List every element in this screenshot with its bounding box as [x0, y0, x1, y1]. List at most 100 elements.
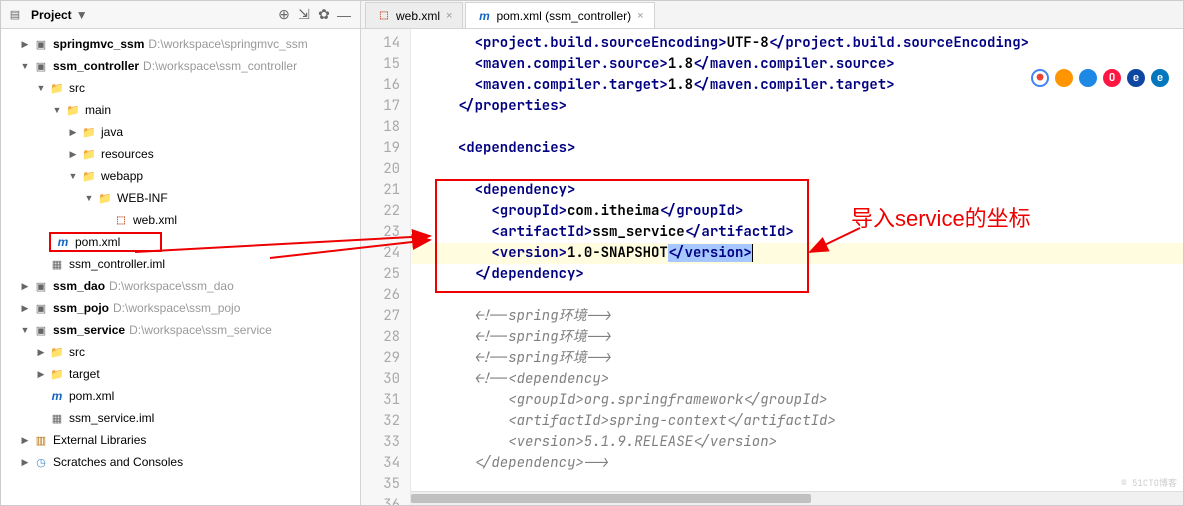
tree-row[interactable]: ▼📁src: [1, 77, 360, 99]
chevron-down-icon[interactable]: ▼: [19, 61, 31, 71]
tree-row[interactable]: ▶mpom.xml: [1, 231, 360, 253]
tree-row[interactable]: ▶📁target: [1, 363, 360, 385]
sidebar-title[interactable]: Project: [31, 8, 72, 22]
tree-label: src: [69, 345, 85, 359]
code-line[interactable]: [441, 159, 1183, 180]
tree-row[interactable]: ▶▦ssm_service.iml: [1, 407, 360, 429]
tree-label: ssm_pojo: [53, 301, 109, 315]
tree-row[interactable]: ▶▣springmvc_ssmD:\workspace\springmvc_ss…: [1, 33, 360, 55]
code-line[interactable]: <dependency>: [441, 180, 1183, 201]
tree-row[interactable]: ▶📁java: [1, 121, 360, 143]
chevron-right-icon[interactable]: ▶: [19, 281, 31, 292]
tree-path: D:\workspace\springmvc_ssm: [148, 37, 307, 51]
project-icon: ▤: [7, 7, 23, 23]
expand-icon[interactable]: ⇲: [294, 5, 314, 25]
code-line[interactable]: <groupId>org.springframework</groupId>: [441, 390, 1183, 411]
code-area[interactable]: 1415161718192021222324252627282930313233…: [361, 29, 1183, 505]
line-number: 17: [361, 96, 410, 117]
chevron-down-icon[interactable]: ▼: [35, 83, 47, 93]
chevron-right-icon[interactable]: ▶: [19, 457, 31, 468]
scrollbar-thumb[interactable]: [411, 494, 811, 503]
browser-icon[interactable]: O: [1103, 69, 1121, 87]
file-m-icon: m: [476, 8, 492, 24]
chevron-right-icon[interactable]: ▶: [19, 303, 31, 314]
tree-row[interactable]: ▶mpom.xml: [1, 385, 360, 407]
chevron-down-icon[interactable]: ▼: [51, 105, 63, 115]
tree-row[interactable]: ▼▣ssm_controllerD:\workspace\ssm_control…: [1, 55, 360, 77]
locate-icon[interactable]: ⊕: [274, 5, 294, 25]
tree-row[interactable]: ▶▣ssm_daoD:\workspace\ssm_dao: [1, 275, 360, 297]
dropdown-icon[interactable]: ▼: [76, 8, 88, 22]
chevron-down-icon[interactable]: ▼: [67, 171, 79, 181]
hide-icon[interactable]: —: [334, 5, 354, 25]
code-line[interactable]: <!--spring环境-->: [441, 306, 1183, 327]
gear-icon[interactable]: ✿: [314, 5, 334, 25]
chevron-down-icon[interactable]: ▼: [19, 325, 31, 335]
line-number: 21: [361, 180, 410, 201]
chevron-right-icon[interactable]: ▶: [35, 369, 47, 380]
code-line[interactable]: <!--<dependency>: [441, 369, 1183, 390]
folder-icon: 📁: [49, 344, 65, 360]
tree-row[interactable]: ▼📁WEB-INF: [1, 187, 360, 209]
tree-row[interactable]: ▼📁main: [1, 99, 360, 121]
tree-row[interactable]: ▶📁 src: [1, 341, 360, 363]
folder-dark-icon: ▣: [33, 36, 49, 52]
tree-row[interactable]: ▶▥External Libraries: [1, 429, 360, 451]
horizontal-scrollbar[interactable]: [411, 491, 1183, 505]
tree-row[interactable]: ▶▣ssm_pojoD:\workspace\ssm_pojo: [1, 297, 360, 319]
editor-tab[interactable]: mpom.xml (ssm_controller)×: [465, 2, 654, 28]
editor-tabbar: ⬚web.xml×mpom.xml (ssm_controller)×: [361, 1, 1183, 29]
code-content[interactable]: <project.build.sourceEncoding>UTF-8</pro…: [411, 29, 1183, 505]
chevron-right-icon[interactable]: ▶: [19, 39, 31, 50]
tree-path: D:\workspace\ssm_controller: [143, 59, 297, 73]
code-line[interactable]: [441, 117, 1183, 138]
code-line[interactable]: <artifactId>spring-context</artifactId>: [441, 411, 1183, 432]
close-icon[interactable]: ×: [446, 10, 452, 22]
chevron-right-icon[interactable]: ▶: [67, 127, 79, 138]
code-line[interactable]: <artifactId>ssm_service</artifactId>: [441, 222, 1183, 243]
tree-row[interactable]: ▼▣ssm_serviceD:\workspace\ssm_service: [1, 319, 360, 341]
browser-icon[interactable]: e: [1151, 69, 1169, 87]
line-number: 14: [361, 33, 410, 54]
code-line[interactable]: </dependency>-->: [441, 453, 1183, 474]
code-line[interactable]: <project.build.sourceEncoding>UTF-8</pro…: [441, 33, 1183, 54]
chevron-right-icon[interactable]: ▶: [67, 149, 79, 160]
code-line[interactable]: <!--spring环境-->: [441, 327, 1183, 348]
tree-row[interactable]: ▼📁 webapp: [1, 165, 360, 187]
tree-label: java: [101, 125, 123, 139]
tree-label: ssm_controller.iml: [69, 257, 165, 271]
chevron-right-icon[interactable]: ▶: [19, 435, 31, 446]
browser-icon[interactable]: e: [1127, 69, 1145, 87]
folder-icon: 📁: [81, 146, 97, 162]
editor-tab[interactable]: ⬚web.xml×: [365, 2, 463, 28]
code-line[interactable]: <version>5.1.9.RELEASE</version>: [441, 432, 1183, 453]
folder-icon: 📁: [81, 168, 97, 184]
code-line[interactable]: </dependency>: [441, 264, 1183, 285]
code-line[interactable]: <dependencies>: [441, 138, 1183, 159]
tree-row[interactable]: ▶📁resources: [1, 143, 360, 165]
chevron-right-icon[interactable]: ▶: [35, 347, 47, 358]
code-line[interactable]: [441, 285, 1183, 306]
tree-label: webapp: [101, 169, 143, 183]
tree-row[interactable]: ▶⬚web.xml: [1, 209, 360, 231]
chevron-down-icon[interactable]: ▼: [83, 193, 95, 203]
file-iml-icon: ▦: [49, 410, 65, 426]
line-number: 32: [361, 411, 410, 432]
browser-icon[interactable]: ●: [1031, 69, 1049, 87]
code-line[interactable]: <groupId>com.itheima</groupId>: [441, 201, 1183, 222]
scratch-icon: ◷: [33, 454, 49, 470]
browser-icon[interactable]: [1079, 69, 1097, 87]
code-line[interactable]: <!--spring环境-->: [441, 348, 1183, 369]
annotation-text: 导入service的坐标: [851, 201, 1031, 233]
project-tree[interactable]: ▶▣springmvc_ssmD:\workspace\springmvc_ss…: [1, 29, 360, 505]
line-number: 36: [361, 495, 410, 505]
browser-icon[interactable]: [1055, 69, 1073, 87]
code-line[interactable]: </properties>: [441, 96, 1183, 117]
close-icon[interactable]: ×: [637, 10, 643, 22]
code-line[interactable]: <version>1.0-SNAPSHOT</version>: [411, 243, 1183, 264]
watermark: © 51CTO博客: [1121, 476, 1177, 489]
tree-row[interactable]: ▶▦ssm_controller.iml: [1, 253, 360, 275]
tree-row[interactable]: ▶◷Scratches and Consoles: [1, 451, 360, 473]
tree-label: External Libraries: [53, 433, 146, 447]
project-sidebar: ▤ Project ▼ ⊕ ⇲ ✿ — ▶▣springmvc_ssmD:\wo…: [1, 1, 361, 505]
